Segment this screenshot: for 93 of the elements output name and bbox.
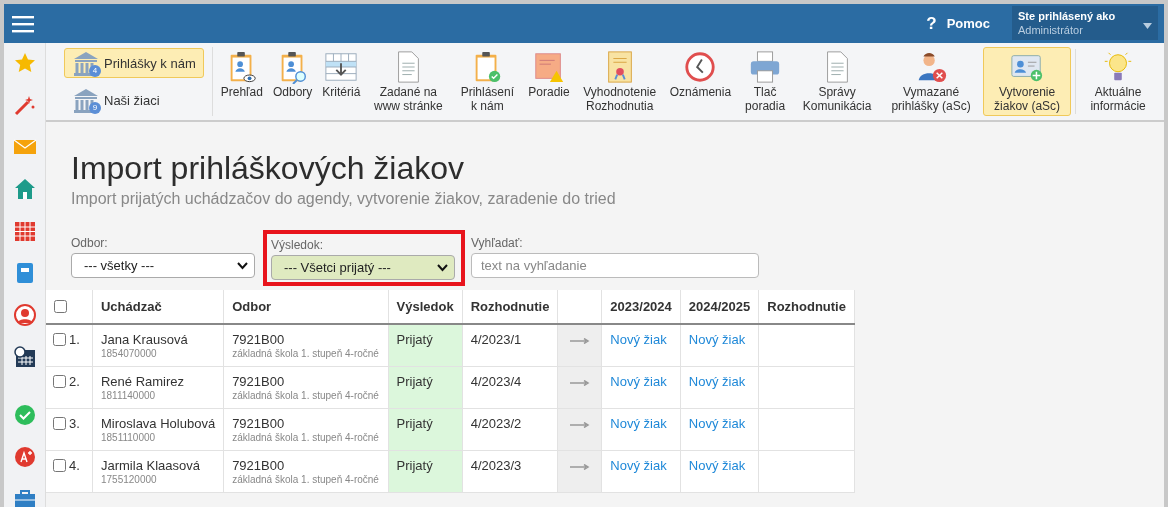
- toolbar-button[interactable]: Prihlásení k nám: [452, 47, 523, 116]
- result-cell: Prijatý: [388, 324, 463, 366]
- column-header: 2023/2024: [601, 290, 681, 324]
- row-checkbox[interactable]: [53, 374, 66, 388]
- search-field[interactable]: text na vyhľadanie: [471, 253, 759, 278]
- caret-icon: [1143, 23, 1152, 29]
- table-cell: 4/2023/3: [462, 450, 558, 492]
- field-code: 7921B00: [232, 415, 285, 431]
- table-cell: 4/2023/4: [462, 366, 558, 408]
- field-label: Odbor:: [71, 236, 108, 250]
- select-field[interactable]: --- všetky ---: [71, 253, 255, 278]
- star-icon[interactable]: [12, 51, 37, 75]
- new-student-link[interactable]: Nový žiak: [688, 457, 746, 473]
- check-circle-icon[interactable]: [12, 403, 37, 427]
- arrow-icon[interactable]: [569, 421, 590, 428]
- field-name: základná škola 1. stupeň 4-ročné: [232, 348, 380, 359]
- applicant-id: 1854070000: [100, 348, 158, 359]
- note-warning-icon: [532, 50, 566, 84]
- count-badge: 9: [89, 102, 101, 114]
- arrow-icon[interactable]: [569, 379, 590, 386]
- person-icon[interactable]: [12, 303, 37, 327]
- result-cell: Prijatý: [388, 450, 463, 492]
- calendar-icon[interactable]: [12, 219, 37, 243]
- user-menu[interactable]: Ste prihlásený ako Administrátor: [1012, 6, 1158, 40]
- calendar-clock-icon[interactable]: [12, 345, 37, 369]
- new-student-link[interactable]: Nový žiak: [688, 332, 746, 347]
- toolbar-button[interactable]: Vyhodnotenie Rozhodnutia: [575, 47, 664, 116]
- clock-icon: [683, 50, 718, 84]
- row-checkbox[interactable]: [53, 416, 66, 430]
- toolbar-button[interactable]: Kritériá: [318, 47, 365, 116]
- table-cell: 4/2023/2: [462, 408, 558, 450]
- toolbar-button[interactable]: Tlač poradia: [737, 47, 794, 116]
- applicant-name: Jana Krausová: [100, 332, 188, 347]
- row-checkbox[interactable]: [53, 458, 66, 472]
- field-label: Vyhľadať:: [471, 236, 523, 250]
- help-link[interactable]: ? Pomoc: [926, 13, 990, 34]
- column-header: Odbor: [223, 290, 389, 324]
- user-label: Ste prihlásený ako: [1018, 10, 1116, 22]
- applicant-name: Jarmila Klaasová: [100, 457, 200, 473]
- user-name: Administrátor: [1018, 24, 1083, 36]
- applicant-name: René Ramirez: [100, 373, 185, 389]
- toolbar-button[interactable]: Poradie: [524, 47, 574, 116]
- toolbar-button[interactable]: Aktuálne informácie: [1080, 47, 1157, 116]
- column-header: Uchádzač: [92, 290, 224, 324]
- nav-button[interactable]: 9 Naši žiaci: [64, 85, 204, 115]
- page-subtitle: Import prijatých uchádzačov do agendy, vytvorenie žiakov, zaradenie do tried: [71, 190, 617, 208]
- toolbar-button[interactable]: Odbory: [268, 47, 317, 116]
- toolbar-button[interactable]: Prehľad: [216, 47, 267, 116]
- nav-button[interactable]: 4 Prihlášky k nám: [64, 48, 204, 78]
- field-code: 7921B00: [232, 332, 285, 347]
- applicant-name: Miroslava Holubová: [100, 415, 216, 431]
- arrow-icon[interactable]: [569, 463, 590, 470]
- column-header: Rozhodnutie: [758, 290, 855, 324]
- column-header: 2024/2025: [680, 290, 759, 324]
- toolbar-button[interactable]: Vytvorenie žiakov (aSc): [983, 47, 1072, 116]
- arrow-icon[interactable]: [569, 338, 590, 344]
- field-code: 7921B00: [232, 457, 285, 473]
- result-cell: Prijatý: [388, 366, 463, 408]
- row-number: 2.: [69, 373, 80, 389]
- chevron-down-icon: [437, 263, 448, 272]
- new-student-link[interactable]: Nový žiak: [610, 332, 667, 347]
- field-code: 7921B00: [232, 373, 285, 389]
- applicant-id: 1811140000: [100, 389, 157, 401]
- toolbar-button[interactable]: Oznámenia: [665, 47, 736, 116]
- applicant-id: 1755120000: [100, 473, 158, 485]
- select-field[interactable]: --- Všetci prijatý ---: [271, 255, 455, 280]
- field-name: základná škola 1. stupeň 4-ročné: [232, 431, 380, 443]
- toolbar-button[interactable]: Správy Komunikácia: [795, 47, 880, 116]
- new-student-link[interactable]: Nový žiak: [610, 457, 667, 473]
- toolbar-button[interactable]: Zadané na www stránke: [366, 47, 451, 116]
- grade-icon[interactable]: [12, 445, 37, 469]
- row-number: 3.: [69, 415, 80, 431]
- table-cell: 4/2023/1: [462, 324, 558, 366]
- row-checkbox[interactable]: [53, 333, 66, 346]
- field-name: základná škola 1. stupeň 4-ročné: [232, 389, 380, 401]
- new-student-link[interactable]: Nový žiak: [610, 373, 667, 389]
- row-number: 4.: [69, 457, 80, 473]
- applicant-id: 1851110000: [100, 431, 157, 443]
- count-badge: 4: [89, 65, 101, 77]
- new-student-link[interactable]: Nový žiak: [688, 373, 746, 389]
- field-name: základná škola 1. stupeň 4-ročné: [232, 473, 380, 485]
- chevron-down-icon: [237, 261, 248, 270]
- row-number: 1.: [69, 332, 80, 347]
- new-student-link[interactable]: Nový žiak: [688, 415, 746, 431]
- field-label: Výsledok:: [271, 238, 324, 252]
- briefcase-icon[interactable]: [12, 487, 37, 507]
- result-cell: Prijatý: [388, 408, 463, 450]
- toolbar-button[interactable]: Vymazané prihlášky (aSc): [881, 47, 982, 116]
- new-student-link[interactable]: Nový žiak: [610, 415, 667, 431]
- page-title: Import prihláškových žiakov: [71, 150, 466, 186]
- help-icon: ?: [926, 13, 937, 34]
- menu-icon[interactable]: [12, 14, 34, 33]
- select-all-checkbox[interactable]: [54, 300, 67, 313]
